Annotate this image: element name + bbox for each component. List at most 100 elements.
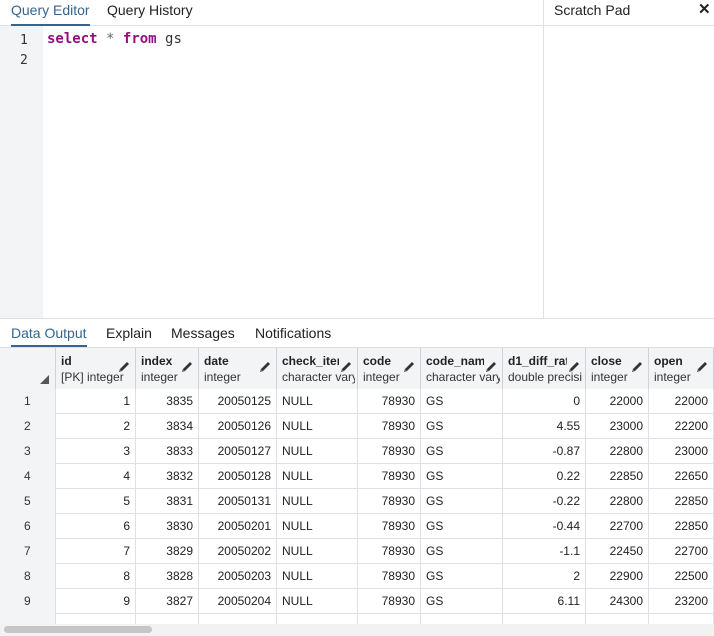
cell-close[interactable] (586, 614, 649, 624)
row-number[interactable]: 2 (0, 414, 56, 439)
cell-d1-diff-rate[interactable]: -0.22 (503, 489, 586, 514)
cell-index[interactable]: 3835 (136, 389, 199, 414)
table-row[interactable] (0, 614, 714, 624)
cell-d1-diff-rate[interactable]: 6.11 (503, 589, 586, 614)
cell-code[interactable]: 78930 (358, 589, 421, 614)
cell-code[interactable]: 78930 (358, 439, 421, 464)
row-number[interactable]: 9 (0, 589, 56, 614)
tab-query-editor[interactable]: Query Editor (11, 0, 90, 26)
pencil-icon[interactable] (695, 360, 709, 374)
cell-date[interactable]: 20050125 (199, 389, 277, 414)
cell-id[interactable]: 3 (56, 439, 136, 464)
table-row[interactable]: 9 9 3827 20050204 NULL 78930 GS 6.11 24300 23200 (0, 589, 714, 614)
cell-code-name[interactable]: GS (421, 564, 503, 589)
cell-code-name[interactable]: GS (421, 414, 503, 439)
pencil-icon[interactable] (258, 360, 272, 374)
row-number[interactable]: 8 (0, 564, 56, 589)
cell-id[interactable] (56, 614, 136, 624)
column-header-date[interactable]: date integer (199, 348, 277, 389)
cell-index[interactable]: 3827 (136, 589, 199, 614)
cell-close[interactable]: 24300 (586, 589, 649, 614)
cell-id[interactable]: 1 (56, 389, 136, 414)
scratch-pad-divider[interactable] (543, 0, 544, 318)
cell-code-name[interactable] (421, 614, 503, 624)
column-header-code[interactable]: code integer (358, 348, 421, 389)
tab-explain[interactable]: Explain (106, 324, 152, 345)
close-icon[interactable]: ✕ (698, 1, 711, 19)
tab-notifications[interactable]: Notifications (255, 324, 331, 345)
cell-check-item[interactable]: NULL (277, 389, 358, 414)
column-header-id[interactable]: id [PK] integer (56, 348, 136, 389)
cell-date[interactable]: 20050126 (199, 414, 277, 439)
cell-code-name[interactable]: GS (421, 464, 503, 489)
cell-code[interactable] (358, 614, 421, 624)
row-number[interactable]: 6 (0, 514, 56, 539)
cell-code-name[interactable]: GS (421, 389, 503, 414)
cell-id[interactable]: 6 (56, 514, 136, 539)
cell-close[interactable]: 23000 (586, 414, 649, 439)
cell-date[interactable]: 20050201 (199, 514, 277, 539)
pencil-icon[interactable] (117, 360, 131, 374)
cell-close[interactable]: 22800 (586, 489, 649, 514)
cell-d1-diff-rate[interactable] (503, 614, 586, 624)
cell-check-item[interactable] (277, 614, 358, 624)
table-row[interactable]: 8 8 3828 20050203 NULL 78930 GS 2 22900 22500 (0, 564, 714, 589)
cell-id[interactable]: 5 (56, 489, 136, 514)
cell-open[interactable]: 22200 (649, 414, 714, 439)
cell-code[interactable]: 78930 (358, 514, 421, 539)
cell-d1-diff-rate[interactable]: 2 (503, 564, 586, 589)
table-row[interactable]: 2 2 3834 20050126 NULL 78930 GS 4.55 23000 22200 (0, 414, 714, 439)
cell-open[interactable]: 23000 (649, 439, 714, 464)
cell-date[interactable]: 20050128 (199, 464, 277, 489)
cell-open[interactable]: 22650 (649, 464, 714, 489)
cell-check-item[interactable]: NULL (277, 464, 358, 489)
cell-close[interactable]: 22450 (586, 539, 649, 564)
cell-close[interactable]: 22000 (586, 389, 649, 414)
cell-code-name[interactable]: GS (421, 514, 503, 539)
cell-date[interactable]: 20050202 (199, 539, 277, 564)
pencil-icon[interactable] (402, 360, 416, 374)
cell-date[interactable]: 20050204 (199, 589, 277, 614)
table-row[interactable]: 5 5 3831 20050131 NULL 78930 GS -0.22 22800 22850 (0, 489, 714, 514)
pencil-icon[interactable] (180, 360, 194, 374)
sql-editor[interactable]: select * from gs (47, 31, 182, 47)
row-number[interactable]: 1 (0, 389, 56, 414)
cell-index[interactable] (136, 614, 199, 624)
cell-code[interactable]: 78930 (358, 389, 421, 414)
cell-index[interactable]: 3830 (136, 514, 199, 539)
row-number[interactable]: 5 (0, 489, 56, 514)
cell-index[interactable]: 3828 (136, 564, 199, 589)
cell-d1-diff-rate[interactable]: 0 (503, 389, 586, 414)
table-row[interactable]: 7 7 3829 20050202 NULL 78930 GS -1.1 22450 22700 (0, 539, 714, 564)
cell-check-item[interactable]: NULL (277, 414, 358, 439)
cell-close[interactable]: 22900 (586, 564, 649, 589)
cell-open[interactable] (649, 614, 714, 624)
cell-d1-diff-rate[interactable]: -0.87 (503, 439, 586, 464)
cell-code[interactable]: 78930 (358, 564, 421, 589)
row-number[interactable] (0, 614, 56, 624)
pencil-icon[interactable] (484, 360, 498, 374)
cell-close[interactable]: 22700 (586, 514, 649, 539)
cell-d1-diff-rate[interactable]: -0.44 (503, 514, 586, 539)
cell-check-item[interactable]: NULL (277, 514, 358, 539)
cell-check-item[interactable]: NULL (277, 539, 358, 564)
column-header-check-item[interactable]: check_itemcharacter vary (277, 348, 358, 389)
column-header-d1-diff-rate[interactable]: d1_diff_ratedouble precisi (503, 348, 586, 389)
cell-open[interactable]: 22000 (649, 389, 714, 414)
column-header-index[interactable]: index integer (136, 348, 199, 389)
cell-date[interactable]: 20050203 (199, 564, 277, 589)
column-header-code-name[interactable]: code_namecharacter vary (421, 348, 503, 389)
cell-date[interactable]: 20050127 (199, 439, 277, 464)
cell-open[interactable]: 22850 (649, 514, 714, 539)
scrollbar-thumb[interactable] (4, 626, 152, 633)
cell-d1-diff-rate[interactable]: -1.1 (503, 539, 586, 564)
cell-code-name[interactable]: GS (421, 589, 503, 614)
tab-query-history[interactable]: Query History (107, 0, 193, 24)
cell-index[interactable]: 3829 (136, 539, 199, 564)
row-number[interactable]: 7 (0, 539, 56, 564)
select-all-corner[interactable] (0, 348, 56, 389)
row-number[interactable]: 3 (0, 439, 56, 464)
cell-code[interactable]: 78930 (358, 464, 421, 489)
cell-id[interactable]: 9 (56, 589, 136, 614)
cell-index[interactable]: 3834 (136, 414, 199, 439)
